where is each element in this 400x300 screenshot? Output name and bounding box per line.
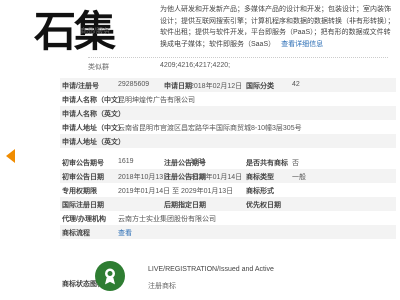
ribbon-icon (105, 268, 115, 285)
table-label: 后期指定日期 (164, 202, 206, 209)
table-label: 是否共有商标 (246, 160, 288, 167)
table-label: 申请日期 (164, 83, 192, 90)
divider (88, 57, 388, 58)
table-value: 42 (292, 81, 300, 88)
similar-group-label: 类似群 (88, 64, 109, 71)
table-label: 优先权日期 (246, 202, 281, 209)
table-value: 一般 (292, 174, 306, 181)
table-row: 初审公告日期 2018年10月13日 注册公告日期 2019年01月14日 商标… (60, 169, 396, 183)
table-value: 29285609 (118, 81, 150, 88)
registered-badge-icon (95, 261, 125, 291)
status-sub-text: 注册商标 (148, 283, 176, 290)
table-label: 申请人名称（英文） (62, 111, 125, 118)
table-label: 申请人地址（英文） (62, 139, 125, 146)
similar-group-codes: 4209;4216;4217;4220; (160, 62, 231, 69)
table-value: 云南省昆明市官渡区昌宏路华丰国际商贸城8-10幢3层305号 (118, 125, 302, 132)
table-value: 2018年10月13日 (118, 174, 171, 181)
table-value: 昆明坤煌传广告有限公司 (118, 97, 195, 104)
table-label: 国际注册日期 (62, 202, 104, 209)
table-row: 国际注册日期 后期指定日期 优先权日期 (60, 197, 396, 211)
table-value: 1619 (118, 158, 134, 165)
table-value: 2019年01月14日 至 2029年01月13日 (118, 188, 234, 195)
table-value: 否 (292, 160, 299, 167)
table-label: 申请人地址（中文） (62, 125, 125, 132)
table-row: 代理/办理机构 云南方士实业集团股份有限公司 (60, 211, 396, 225)
view-details-link[interactable]: 查看详细信息 (281, 41, 323, 48)
table-row: 申请人地址（中文） 云南省昆明市官渡区昌宏路华丰国际商贸城8-10幢3层305号 (60, 120, 396, 134)
table-label: 初审公告期号 (62, 160, 104, 167)
table-row: 申请人名称（英文） (60, 106, 396, 120)
trademark-process-link[interactable]: 查看 (118, 228, 132, 238)
table-label: 国际分类 (246, 83, 274, 90)
table-label: 商标类型 (246, 174, 274, 181)
status-main-text: LIVE/REGISTRATION/Issued and Active (148, 266, 274, 273)
table-value: 2019年01月14日 (190, 174, 243, 181)
table-label: 专用权期限 (62, 188, 97, 195)
table-value: 2018年02月12日 (190, 83, 243, 90)
table-label: 初审公告日期 (62, 174, 104, 181)
table-label: 代理/办理机构 (62, 216, 106, 223)
table-label: 申请/注册号 (62, 83, 99, 90)
table-label: 申请人名称（中文） (62, 97, 125, 104)
table-row: 专用权期限 2019年01月14日 至 2029年01月13日 商标形式 (60, 183, 396, 197)
goods-services-label: 商品/服务 (80, 28, 110, 35)
goods-services-text: 为他人研发和开发新产品；多媒体产品的设计和开发；包装设计；室内装饰设计；提供互联… (160, 6, 395, 48)
table-label: 商标形式 (246, 188, 274, 195)
table-value: 云南方士实业集团股份有限公司 (118, 216, 216, 223)
table-row: 商标流程 查看 (60, 225, 396, 239)
table-row: 申请/注册号 29285609 申请日期 2018年02月12日 国际分类 42 (60, 78, 396, 92)
table-label: 商标流程 (62, 230, 90, 237)
previous-arrow-icon[interactable] (6, 149, 15, 163)
table-row: 初审公告期号 1619 注册公告期号 1631 是否共有商标 否 (60, 155, 396, 169)
table-value: 1631 (190, 158, 206, 165)
table-row: 申请人名称（中文） 昆明坤煌传广告有限公司 (60, 92, 396, 106)
table-row: 申请人地址（英文） (60, 134, 396, 148)
goods-services-description: 为他人研发和开发新产品；多媒体产品的设计和开发；包装设计；室内装饰设计；提供互联… (160, 4, 396, 50)
